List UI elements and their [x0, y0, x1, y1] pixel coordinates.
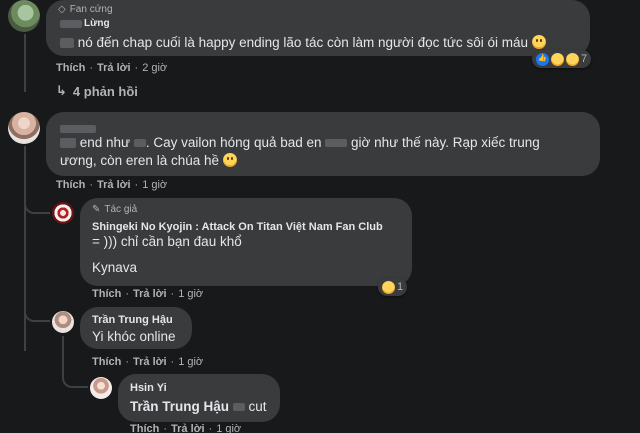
reply-button[interactable]: Trả lời	[133, 288, 167, 300]
haha-reaction-icon	[566, 52, 579, 66]
thread-connector	[24, 308, 50, 322]
comment-actions: Thích · Trả lời · 2 giờ	[56, 62, 168, 74]
sad-reaction-icon	[382, 280, 395, 294]
comment-text-part: giờ như thế này. Rạp xiếc trung	[351, 135, 540, 150]
mention-link[interactable]: Trần Trung Hậu	[130, 399, 229, 414]
thread-line	[24, 34, 26, 92]
reply-author[interactable]: Trần Trung Hậu	[92, 314, 173, 326]
smile-emoji-icon	[531, 35, 546, 49]
avatar[interactable]	[52, 202, 74, 224]
reply-actions: Thích · Trả lời · 1 giờ	[92, 356, 204, 368]
comment-text: nó đến chap cuối là happy ending lão tác…	[77, 35, 528, 50]
reply-author[interactable]: Shingeki No Kyojin : Attack On Titan Việ…	[92, 221, 383, 233]
thread-connector	[62, 374, 88, 388]
reply-author[interactable]: Hsin Yi	[130, 382, 167, 394]
fan-badge: Fan cứng	[69, 4, 113, 15]
reaction-count: 7	[581, 53, 588, 65]
reply-button[interactable]: Trả lời	[171, 423, 205, 433]
reply-text: Kynava	[92, 260, 138, 275]
comment-author[interactable]: Lừng	[84, 18, 110, 29]
author-tag-row: ✎ Tác giả	[92, 204, 137, 215]
avatar[interactable]	[90, 377, 112, 399]
reply-actions: Thích · Trả lời · 1 giờ	[92, 288, 204, 300]
reply-bubble: ✎ Tác giả Shingeki No Kyojin : Attack On…	[80, 198, 412, 286]
reply-button[interactable]: Trả lời	[97, 179, 131, 191]
redacted-text	[325, 139, 348, 148]
reaction-summary[interactable]: 7	[532, 50, 592, 68]
comment-bubble: end như . Cay vailon hóng quả bad en giờ…	[46, 112, 600, 176]
reply-text: Yi khóc online	[92, 329, 176, 344]
comment-time[interactable]: 2 giờ	[142, 62, 167, 74]
reply-text-row: Trần Trung Hậu cut	[130, 398, 267, 416]
like-button[interactable]: Thích	[56, 179, 85, 191]
reply-button[interactable]: Trả lời	[133, 356, 167, 368]
reply-text: = ))) chỉ cần bạn đau khổ	[92, 234, 242, 249]
redacted-name	[60, 124, 96, 133]
like-button[interactable]: Thích	[92, 288, 121, 300]
reply-actions: Thích · Trả lời · 1 giờ	[130, 423, 242, 433]
reply-button[interactable]: Trả lời	[97, 62, 131, 74]
reaction-summary[interactable]: 1	[378, 278, 408, 296]
like-button[interactable]: Thích	[56, 62, 85, 74]
replies-count: 4 phản hồi	[72, 83, 138, 99]
diamond-icon: ◇	[58, 4, 66, 15]
reply-text: cut	[248, 399, 267, 414]
like-button[interactable]: Thích	[130, 423, 159, 433]
sad-reaction-icon	[551, 52, 564, 66]
comment-time[interactable]: 1 giờ	[142, 179, 167, 191]
redacted-text	[60, 138, 76, 149]
comment-bubble: ◇ Fan cứng Lừng nó đến chap cuối là happ…	[46, 0, 590, 56]
reply-time[interactable]: 1 giờ	[178, 356, 203, 368]
avatar[interactable]	[52, 311, 74, 333]
avatar[interactable]	[8, 0, 40, 32]
view-replies-link[interactable]: ↳ 4 phản hồi	[56, 83, 138, 99]
like-reaction-icon	[536, 52, 549, 66]
author-row: Lừng	[60, 18, 110, 29]
badge-row: ◇ Fan cứng	[58, 4, 113, 15]
redacted-name	[60, 38, 74, 49]
comment-text-row: end như . Cay vailon hóng quả bad en giờ…	[60, 134, 540, 152]
pencil-icon: ✎	[92, 204, 101, 215]
comment-text-part: ương, còn eren là chúa hề	[60, 153, 219, 168]
redacted-text	[133, 139, 146, 148]
comment-text-part: . Cay vailon hóng quả bad en	[145, 135, 322, 150]
reply-bubble: Hsin Yi Trần Trung Hậu cut	[118, 374, 280, 422]
redacted-text	[232, 403, 245, 412]
thread-line	[62, 336, 64, 376]
comment-text-row: nó đến chap cuối là happy ending lão tác…	[60, 34, 546, 52]
smile-emoji-icon	[222, 153, 237, 167]
thread-connector	[24, 200, 50, 214]
reply-time[interactable]: 1 giờ	[178, 288, 203, 300]
thread-line	[24, 146, 26, 351]
avatar[interactable]	[8, 112, 40, 144]
reply-time[interactable]: 1 giờ	[216, 423, 241, 433]
comment-text-row: ương, còn eren là chúa hề	[60, 152, 237, 170]
comment-actions: Thích · Trả lời · 1 giờ	[56, 179, 168, 191]
redacted-name	[60, 19, 82, 28]
comment-text-part: end như	[79, 135, 131, 150]
reaction-count: 1	[397, 281, 404, 293]
like-button[interactable]: Thích	[92, 356, 121, 368]
author-tag: Tác giả	[104, 204, 138, 215]
reply-bubble: Trần Trung Hậu Yi khóc online	[80, 307, 192, 349]
reply-arrow-icon: ↳	[56, 83, 67, 98]
